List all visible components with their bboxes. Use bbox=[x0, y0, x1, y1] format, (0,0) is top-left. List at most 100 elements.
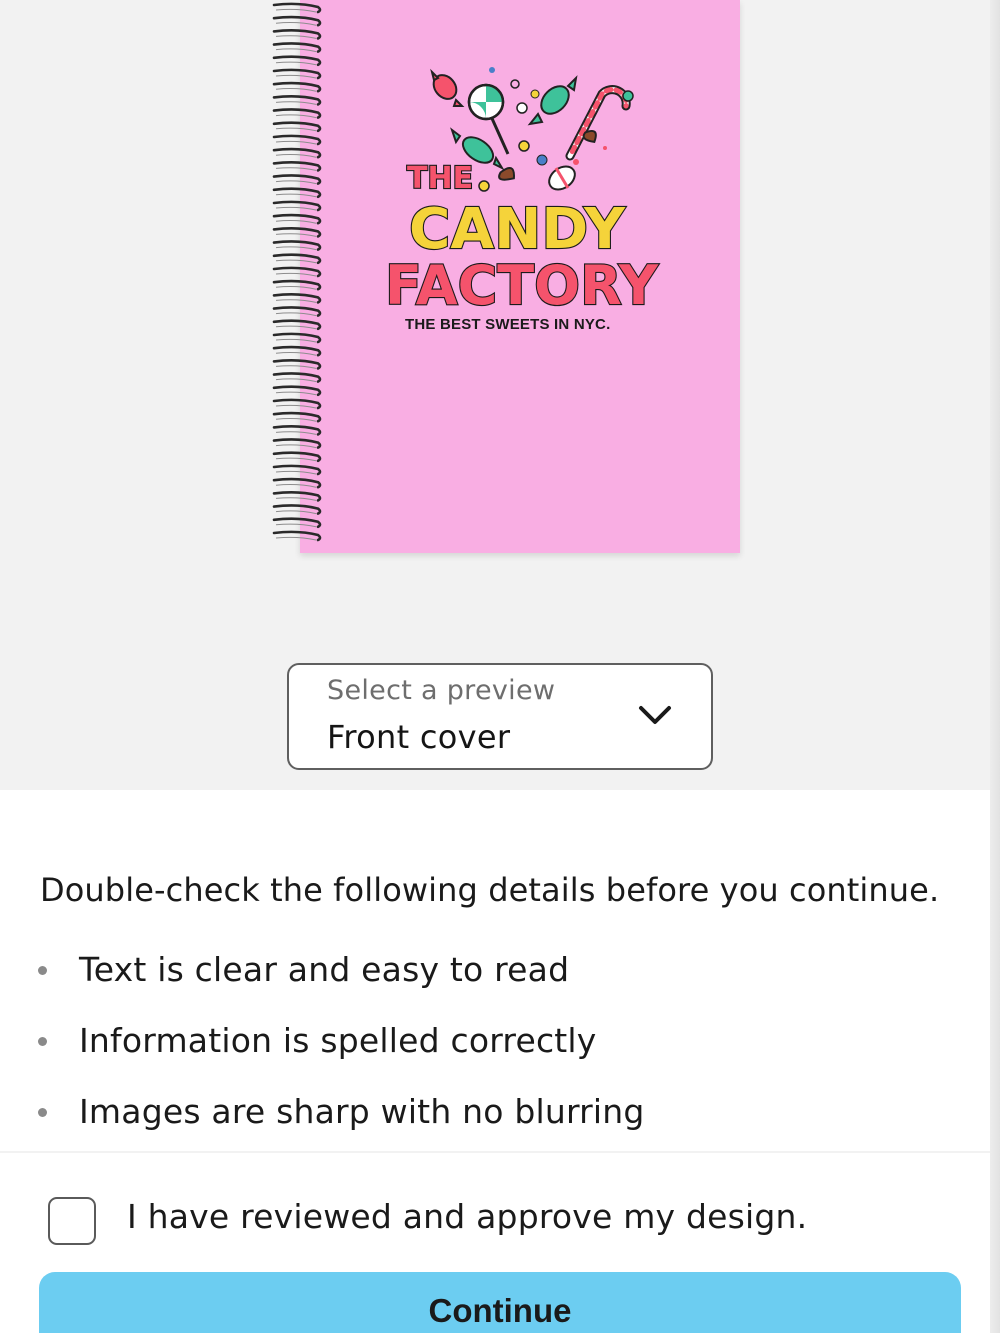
spiral-coil-highlight bbox=[275, 431, 317, 435]
spiral-coil-highlight bbox=[275, 457, 317, 462]
spiral-coil bbox=[272, 15, 322, 27]
spiral-coil bbox=[272, 81, 322, 93]
spiral-coil-highlight bbox=[275, 22, 317, 26]
logo-factory-text: FACTORY bbox=[385, 254, 659, 317]
spiral-coil bbox=[272, 477, 322, 489]
spiral-coil-highlight bbox=[275, 444, 317, 449]
spiral-coil-highlight bbox=[275, 127, 317, 132]
bullet-icon bbox=[38, 1108, 47, 1117]
continue-button[interactable]: Continue bbox=[39, 1272, 961, 1333]
spiral-coil-highlight bbox=[275, 140, 317, 145]
spiral-coil bbox=[272, 174, 322, 185]
checklist-item-text: Information is spelled correctly bbox=[79, 1021, 597, 1060]
bullet-icon bbox=[38, 966, 47, 975]
spiral-coil-highlight bbox=[275, 246, 317, 251]
spiral-coil-highlight bbox=[275, 391, 317, 396]
spiral-coil-highlight bbox=[275, 404, 317, 409]
chevron-down-icon bbox=[639, 706, 671, 724]
spiral-coil bbox=[272, 160, 322, 172]
spiral-coil-highlight bbox=[275, 259, 317, 264]
spiral-coil-highlight bbox=[275, 233, 317, 237]
spiral-coil bbox=[272, 438, 322, 449]
candy-factory-logo: THE CANDY FACTORY bbox=[384, 67, 660, 318]
spiral-coil bbox=[272, 28, 322, 40]
spiral-coil-highlight bbox=[275, 35, 317, 39]
approve-checkbox[interactable] bbox=[48, 1197, 96, 1245]
spiral-coil bbox=[272, 68, 322, 80]
spiral-coil bbox=[272, 332, 322, 344]
preview-select-label: Select a preview bbox=[327, 675, 556, 706]
spiral-coil bbox=[272, 358, 322, 370]
spiral-coil-highlight bbox=[275, 48, 317, 53]
spiral-coil-highlight bbox=[275, 510, 317, 515]
spiral-coil-highlight bbox=[275, 286, 317, 290]
spiral-binding bbox=[272, 2, 322, 542]
continue-button-label: Continue bbox=[428, 1292, 572, 1329]
spiral-coil-highlight bbox=[275, 8, 317, 13]
spiral-coil bbox=[272, 319, 322, 331]
review-checklist: Text is clear and easy to read Informati… bbox=[0, 950, 1000, 1163]
spiral-coil-highlight bbox=[275, 180, 317, 185]
spiral-coil bbox=[272, 345, 322, 357]
spiral-coil-highlight bbox=[275, 167, 317, 171]
spiral-coil-highlight bbox=[275, 312, 317, 317]
spiral-coil bbox=[272, 200, 322, 212]
section-divider bbox=[0, 1151, 990, 1153]
spiral-coil-highlight bbox=[275, 497, 317, 501]
spiral-coil-highlight bbox=[275, 154, 317, 158]
spiral-coil-highlight bbox=[275, 365, 317, 369]
spiral-coil bbox=[272, 451, 322, 463]
spiral-coil bbox=[272, 55, 322, 67]
spiral-coil bbox=[272, 306, 322, 317]
spiral-coil bbox=[272, 253, 322, 265]
spiral-coil bbox=[272, 398, 322, 410]
spiral-coil bbox=[272, 134, 322, 146]
logo-candy-text: CANDY bbox=[409, 197, 626, 262]
spiral-coil bbox=[272, 226, 322, 238]
spiral-coil-highlight bbox=[275, 470, 317, 475]
spiral-coil-highlight bbox=[275, 378, 317, 383]
preview-select-value: Front cover bbox=[327, 718, 511, 756]
product-preview-area: THE CANDY FACTORY THE BEST SWEETS IN NYC… bbox=[0, 0, 1000, 790]
spiral-coil-highlight bbox=[275, 193, 317, 198]
spiral-coil bbox=[272, 187, 322, 199]
spiral-coil-highlight bbox=[275, 101, 317, 105]
preview-select[interactable]: Select a preview Front cover bbox=[287, 663, 713, 770]
spiral-coil bbox=[272, 385, 322, 397]
spiral-coil bbox=[272, 504, 322, 515]
spiral-coil-highlight bbox=[275, 114, 317, 119]
spiral-coil bbox=[272, 464, 322, 476]
spiral-coil-highlight bbox=[275, 325, 317, 330]
spiral-coil bbox=[272, 121, 322, 133]
spiral-coil bbox=[272, 266, 322, 278]
spiral-coil-highlight bbox=[275, 206, 317, 211]
spiral-coil bbox=[272, 517, 322, 529]
approve-checkbox-label[interactable]: I have reviewed and approve my design. bbox=[127, 1197, 807, 1236]
spiral-coil bbox=[272, 424, 322, 436]
spiral-coil bbox=[272, 147, 322, 159]
bullet-icon bbox=[38, 1037, 47, 1046]
spiral-coil-highlight bbox=[275, 220, 317, 224]
spiral-coil bbox=[272, 292, 322, 304]
spiral-coil bbox=[272, 2, 322, 14]
tagline-text: THE BEST SWEETS IN NYC. bbox=[405, 316, 611, 333]
spiral-coil bbox=[272, 530, 322, 542]
spiral-coil-highlight bbox=[275, 536, 317, 541]
spiral-coil-highlight bbox=[275, 484, 317, 488]
spiral-coil-highlight bbox=[275, 352, 317, 356]
spiral-coil-highlight bbox=[275, 338, 317, 343]
spiral-coil bbox=[272, 490, 322, 502]
logo-the-text: THE bbox=[407, 161, 473, 196]
list-item: Text is clear and easy to read bbox=[0, 950, 1000, 1021]
spiral-coil-highlight bbox=[275, 418, 317, 422]
spiral-coil bbox=[272, 240, 322, 251]
spiral-coil-highlight bbox=[275, 74, 317, 79]
spiral-coil-highlight bbox=[275, 523, 317, 528]
spiral-coil-highlight bbox=[275, 61, 317, 66]
spiral-coil bbox=[272, 213, 322, 225]
review-instructions: Double-check the following details befor… bbox=[40, 871, 940, 909]
approve-design-row[interactable]: I have reviewed and approve my design. bbox=[48, 1195, 948, 1247]
spiral-coil-highlight bbox=[275, 88, 317, 92]
spiral-coil bbox=[272, 108, 322, 119]
list-item: Information is spelled correctly bbox=[0, 1021, 1000, 1092]
